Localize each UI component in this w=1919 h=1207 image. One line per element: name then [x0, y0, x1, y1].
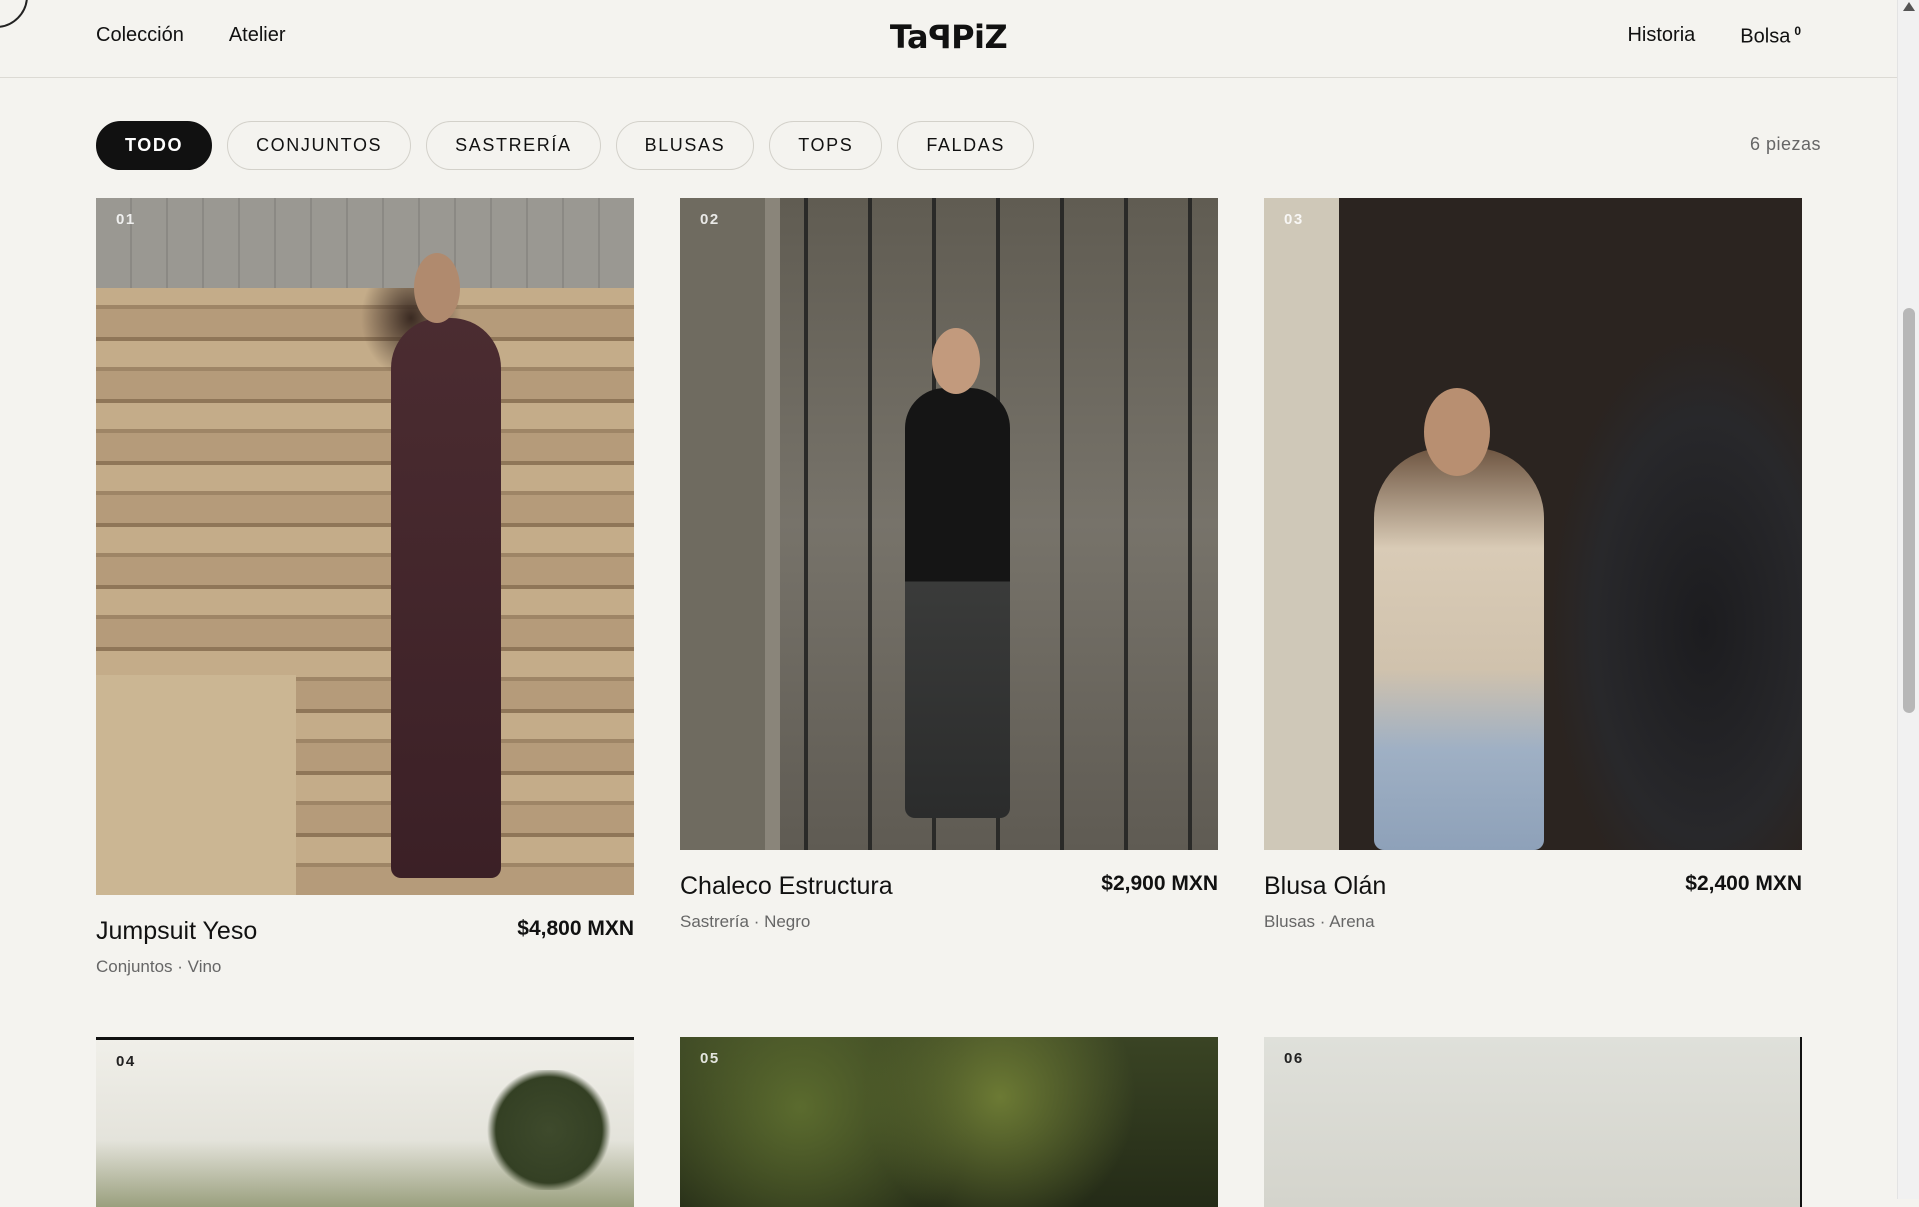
product-number: 03	[1284, 211, 1304, 228]
product-card[interactable]: 01 Jumpsuit Yeso $4,800 MXN Conjuntos · …	[96, 180, 634, 997]
model-figure	[1374, 448, 1544, 850]
product-number: 01	[116, 211, 136, 228]
product-info: Jumpsuit Yeso $4,800 MXN Conjuntos · Vin…	[96, 917, 634, 997]
category-filter-bar: TODO CONJUNTOS SASTRERÍA BLUSAS TOPS FAL…	[96, 121, 1034, 170]
product-card[interactable]: 04	[96, 1037, 634, 1207]
product-number: 06	[1284, 1050, 1304, 1067]
nav-link-coleccion[interactable]: Colección	[96, 24, 184, 47]
product-info: Chaleco Estructura $2,900 MXN Sastrería …	[680, 872, 1218, 952]
product-image[interactable]: 04	[96, 1037, 634, 1207]
brand-logo[interactable]: TaꟼPiZ	[890, 18, 1008, 56]
model-figure	[391, 318, 501, 878]
product-image[interactable]: 06	[1264, 1037, 1802, 1207]
product-number: 02	[700, 211, 720, 228]
filter-chip-conjuntos[interactable]: CONJUNTOS	[227, 121, 412, 170]
secondary-nav: Historia Bolsa 0	[1627, 24, 1801, 49]
product-meta: Sastrería · Negro	[680, 912, 811, 931]
nav-link-atelier[interactable]: Atelier	[229, 24, 286, 47]
bag-button[interactable]: Bolsa 0	[1740, 24, 1801, 49]
product-card[interactable]: 02 Chaleco Estructura $2,900 MXN Sastrer…	[680, 180, 1218, 952]
product-image[interactable]: 05	[680, 1037, 1218, 1207]
product-card[interactable]: 06	[1264, 1037, 1802, 1207]
product-price: $2,400 MXN	[1685, 872, 1802, 895]
product-number: 04	[116, 1053, 136, 1070]
product-card[interactable]: 03 Blusa Olán $2,400 MXN Blusas · Arena	[1264, 180, 1802, 952]
product-name[interactable]: Jumpsuit Yeso	[96, 917, 257, 946]
product-image[interactable]: 02	[680, 198, 1218, 850]
bag-count-badge: 0	[1794, 24, 1801, 38]
product-price: $2,900 MXN	[1101, 872, 1218, 895]
filter-chip-sastreria[interactable]: SASTRERÍA	[426, 121, 601, 170]
product-price: $4,800 MXN	[517, 917, 634, 940]
bag-label: Bolsa	[1740, 25, 1791, 48]
product-meta: Blusas · Arena	[1264, 912, 1375, 931]
product-info: Blusa Olán $2,400 MXN Blusas · Arena	[1264, 872, 1802, 952]
page-scrollbar[interactable]	[1897, 0, 1919, 1199]
filter-chip-blusas[interactable]: BLUSAS	[615, 121, 755, 170]
item-count: 6 piezas	[1749, 134, 1821, 154]
filter-chip-tops[interactable]: TOPS	[769, 121, 883, 170]
site-header: Colección Atelier TaꟼPiZ Historia Bolsa 0	[0, 0, 1897, 78]
scroll-thumb[interactable]	[1903, 308, 1915, 713]
product-number: 05	[700, 1050, 720, 1067]
model-head	[932, 328, 980, 394]
model-figure	[905, 388, 1010, 818]
product-card[interactable]: 05	[680, 1037, 1218, 1207]
product-image[interactable]: 03	[1264, 198, 1802, 850]
nav-link-historia[interactable]: Historia	[1627, 24, 1695, 49]
product-image[interactable]: 01	[96, 198, 634, 895]
product-name[interactable]: Chaleco Estructura	[680, 872, 893, 901]
model-head	[1424, 388, 1490, 476]
product-meta: Conjuntos · Vino	[96, 957, 222, 976]
product-name[interactable]: Blusa Olán	[1264, 872, 1386, 901]
filter-chip-faldas[interactable]: FALDAS	[897, 121, 1034, 170]
primary-nav: Colección Atelier	[96, 24, 286, 47]
filter-chip-todo[interactable]: TODO	[96, 121, 213, 170]
model-head	[414, 253, 460, 323]
scroll-up-arrow-icon[interactable]	[1903, 2, 1915, 11]
